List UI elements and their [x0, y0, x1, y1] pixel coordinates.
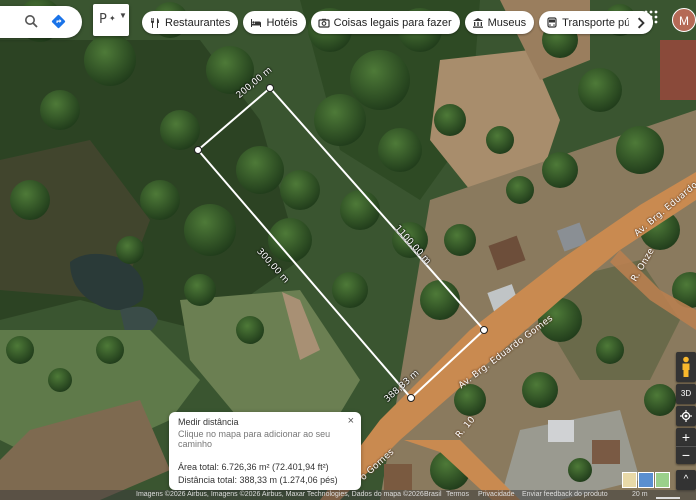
- chevron-down-icon[interactable]: ▼: [119, 11, 127, 20]
- chip-restaurants[interactable]: Restaurantes: [142, 11, 239, 34]
- terms-link[interactable]: Termos: [446, 490, 469, 500]
- close-icon[interactable]: ×: [348, 415, 354, 427]
- tilt-3d-button[interactable]: 3D: [676, 384, 696, 404]
- layer-thumb-terrain[interactable]: [622, 472, 638, 488]
- chip-things-to-do[interactable]: Coisas legais para fazer: [310, 11, 460, 34]
- layer-thumb-traffic[interactable]: [638, 472, 654, 488]
- chevron-up-icon[interactable]: ^: [676, 470, 696, 490]
- directions-icon[interactable]: [51, 14, 66, 32]
- apps-grid-icon[interactable]: [644, 10, 658, 27]
- search-icon[interactable]: [24, 14, 38, 31]
- scale-label: 20 m: [632, 491, 648, 498]
- layers-button[interactable]: P ✦ ▼: [93, 4, 129, 36]
- chip-public-transport[interactable]: Transporte públic: [539, 11, 654, 34]
- camera-icon: [318, 18, 330, 28]
- card-subtitle: Clique no mapa para adicionar ao seu cam…: [178, 429, 331, 449]
- chip-hotels[interactable]: Hotéis: [243, 11, 306, 34]
- attribution-bar: Imagens ©2026 Airbus, Imagens ©2026 Airb…: [0, 490, 696, 500]
- scale-bar: [656, 497, 680, 499]
- avatar[interactable]: M: [672, 8, 696, 32]
- bus-icon: [547, 16, 557, 28]
- my-location-icon[interactable]: [676, 406, 696, 426]
- layers-label: P: [99, 12, 107, 27]
- layer-thumbnails[interactable]: [622, 472, 670, 488]
- card-title: Medir distância: [178, 417, 239, 427]
- feedback-link[interactable]: Enviar feedback do produto: [522, 490, 608, 500]
- fork-knife-icon: [151, 17, 159, 28]
- card-total-distance: Distância total: 388,33 m (1.274,06 pés): [178, 475, 338, 485]
- bed-icon: [251, 18, 262, 27]
- search-box[interactable]: [0, 6, 82, 38]
- measure-distance-card: Medir distância Clique no mapa para adic…: [169, 412, 361, 490]
- privacy-link[interactable]: Privacidade: [478, 490, 515, 500]
- pegman-icon[interactable]: [676, 352, 696, 382]
- layer-thumb-map[interactable]: [654, 472, 670, 488]
- imagery-attribution: Imagens ©2026 Airbus, Imagens ©2026 Airb…: [136, 491, 424, 498]
- museum-icon: [472, 17, 483, 28]
- category-chips: Restaurantes Hotéis Coisas legais para f…: [142, 11, 654, 35]
- zoom-out-button[interactable]: −: [676, 446, 696, 464]
- layers-pin-icon: ✦: [109, 14, 116, 23]
- zoom-in-button[interactable]: +: [676, 428, 696, 446]
- card-total-area: Área total: 6.726,36 m² (72.401,94 ft²): [178, 462, 329, 472]
- country-link[interactable]: Brasil: [424, 490, 442, 500]
- chip-museums[interactable]: Museus: [464, 11, 535, 34]
